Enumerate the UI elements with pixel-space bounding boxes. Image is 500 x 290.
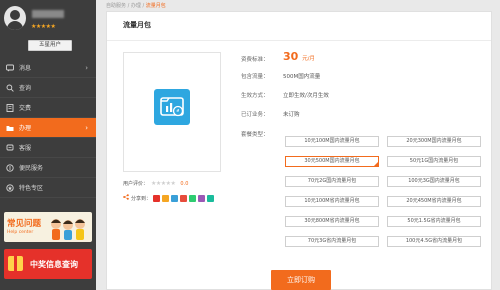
breadcrumb-level1[interactable]: 办理	[131, 3, 141, 9]
search-icon	[6, 84, 14, 92]
subscribed-value: 未订购	[283, 112, 300, 118]
sidebar-item-label: 交费	[19, 105, 32, 112]
wechat-share-icon[interactable]	[189, 194, 197, 202]
share-icon	[123, 194, 129, 202]
package-option[interactable]: 70元3G省内流量月包	[285, 236, 379, 247]
user-profile: ★★★★★ 五星用户	[0, 0, 96, 58]
tencent-weibo-share-icon[interactable]	[171, 194, 179, 202]
sidebar-item-service[interactable]: 客服	[0, 138, 96, 158]
breadcrumb-home[interactable]: 自助服务	[106, 3, 126, 9]
chevron-right-icon: ›	[85, 63, 88, 72]
effect-value: 立即生效/次月生效	[283, 93, 329, 99]
rating-stars[interactable]: ★★★★★	[151, 180, 176, 187]
lottery-query-title: 中奖信息查询	[30, 260, 78, 269]
qzone-share-icon[interactable]	[162, 194, 170, 202]
page-title: 流量月包	[123, 21, 151, 29]
chevron-right-icon: ›	[85, 123, 88, 132]
fee-unit: 元/月	[302, 56, 315, 62]
sidebar-item-label: 办理	[19, 125, 32, 132]
package-option[interactable]: 100元4.5G省内流量月包	[387, 236, 481, 247]
lottery-query-banner[interactable]: 中奖信息查询	[4, 249, 92, 279]
fee-label: 资费标准：	[241, 57, 269, 63]
sidebar: ★★★★★ 五星用户 消息 › 查询 交费 办理 › 客服 便民服务 特色专区 …	[0, 0, 96, 290]
package-option[interactable]: 70元2G国内流量月包	[285, 176, 379, 187]
convenience-icon	[6, 163, 14, 172]
breadcrumb-separator: /	[127, 3, 130, 9]
package-option-selected[interactable]: 30元500M国内流量月包	[285, 156, 379, 167]
package-option[interactable]: 30元800M省内流量月包	[285, 216, 379, 227]
douban-share-icon[interactable]	[198, 194, 206, 202]
package-option[interactable]: 10元100M国内流量月包	[285, 136, 379, 147]
data-package-icon	[154, 89, 190, 125]
avatar[interactable]	[4, 6, 26, 30]
help-center-title: 常见问题	[7, 219, 42, 229]
order-now-button[interactable]: 立即订购	[271, 270, 331, 290]
help-center-subtitle: Help center	[7, 230, 34, 235]
package-option[interactable]: 10元100M省内流量月包	[285, 196, 379, 207]
fee-value: 30	[283, 50, 299, 63]
feature-icon	[6, 183, 14, 192]
sidebar-item-query[interactable]: 查询	[0, 78, 96, 98]
content-value: 500M国内流量	[283, 74, 321, 80]
avatar-head	[10, 10, 20, 20]
sidebar-nav: 消息 › 查询 交费 办理 › 客服 便民服务 特色专区	[0, 58, 96, 198]
share-label: 分享到：	[131, 195, 152, 202]
sidebar-item-label: 便民服务	[19, 165, 44, 172]
sidebar-item-message[interactable]: 消息 ›	[0, 58, 96, 78]
share-bar: 分享到：	[123, 194, 215, 202]
package-option[interactable]: 20元300M国内流量月包	[387, 136, 481, 147]
username-blurred	[32, 10, 64, 18]
sidebar-item-label: 客服	[19, 145, 32, 152]
subscribed-label: 已订业务：	[241, 112, 269, 118]
user-level-badge: 五星用户	[28, 40, 72, 51]
gift-icon	[8, 256, 23, 271]
fee-value-group: 30 元/月	[283, 50, 315, 63]
user-rating: 用户评价： ★★★★★ 0.0	[123, 180, 188, 187]
sidebar-item-handle[interactable]: 办理 ›	[0, 118, 96, 138]
more-share-icon[interactable]	[207, 194, 215, 202]
message-icon	[6, 64, 14, 72]
payment-icon	[6, 103, 14, 112]
renren-share-icon[interactable]	[180, 194, 188, 202]
title-divider	[107, 40, 491, 41]
breadcrumb-separator: /	[142, 3, 145, 9]
main-panel: 流量月包 用户评价： ★★★★★ 0.0 分享到： 资费标准： 30 元/月 包…	[106, 11, 492, 290]
package-option[interactable]: 100元3G国内流量月包	[387, 176, 481, 187]
package-option[interactable]: 50元1G国内流量月包	[387, 156, 481, 167]
package-type-label: 套餐类型：	[241, 132, 269, 138]
handle-icon	[6, 124, 14, 132]
breadcrumb-current: 流量月包	[145, 3, 166, 9]
sidebar-item-label: 特色专区	[19, 185, 44, 192]
package-option[interactable]: 50元1.5G省内流量月包	[387, 216, 481, 227]
children-illustration-icon	[51, 219, 85, 240]
sidebar-item-label: 查询	[19, 85, 32, 92]
weibo-share-icon[interactable]	[153, 194, 161, 202]
rating-label: 用户评价：	[123, 181, 149, 187]
breadcrumb: 自助服务 / 办理 / 流量月包	[106, 2, 166, 9]
service-icon	[6, 144, 14, 152]
sidebar-item-convenience[interactable]: 便民服务	[0, 158, 96, 178]
sidebar-item-label: 消息	[19, 65, 32, 72]
rating-score: 0.0	[180, 180, 189, 187]
effect-label: 生效方式：	[241, 93, 269, 99]
product-image	[123, 52, 221, 172]
content-label: 包含流量：	[241, 74, 269, 80]
help-center-banner[interactable]: 常见问题 Help center	[4, 212, 92, 242]
sidebar-item-feature[interactable]: 特色专区	[0, 178, 96, 198]
user-star-rating: ★★★★★	[31, 23, 56, 30]
avatar-body	[7, 21, 23, 30]
package-option[interactable]: 20元450M省内流量月包	[387, 196, 481, 207]
sidebar-item-payment[interactable]: 交费	[0, 98, 96, 118]
